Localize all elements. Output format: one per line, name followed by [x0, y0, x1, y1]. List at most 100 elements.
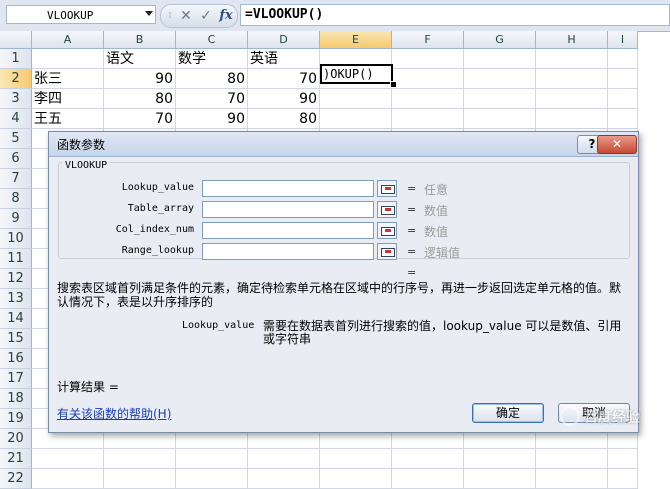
cell-I2[interactable] [608, 69, 638, 89]
cell-H4[interactable] [536, 109, 608, 129]
cell-G4[interactable] [464, 109, 536, 129]
cell-G1[interactable] [464, 49, 536, 69]
chevron-down-icon[interactable] [145, 11, 153, 16]
cell-E21[interactable] [320, 449, 392, 469]
select-all-corner[interactable] [0, 31, 32, 49]
cell-I1[interactable] [608, 49, 638, 69]
cell-B2[interactable]: 90 [104, 69, 176, 89]
cell-G3[interactable] [464, 89, 536, 109]
row-header-18[interactable]: 18 [0, 389, 32, 409]
cell-I21[interactable] [608, 449, 638, 469]
cell-A1[interactable] [32, 49, 104, 69]
arg-input-range-lookup[interactable] [202, 243, 374, 260]
row-header-13[interactable]: 13 [0, 289, 32, 309]
cell-E22[interactable] [320, 469, 392, 489]
row-header-14[interactable]: 14 [0, 309, 32, 329]
cell-H2[interactable] [536, 69, 608, 89]
column-header-G[interactable]: G [464, 31, 536, 49]
arg-input-col-index-num[interactable] [202, 222, 374, 239]
formula-input[interactable]: =VLOOKUP() [240, 4, 670, 26]
cell-I4[interactable] [608, 109, 638, 129]
cell-H22[interactable] [536, 469, 608, 489]
cell-F2[interactable] [392, 69, 464, 89]
collapse-dialog-button[interactable] [377, 222, 397, 239]
row-header-15[interactable]: 15 [0, 329, 32, 349]
cell-D2[interactable]: 70 [248, 69, 320, 89]
row-header-8[interactable]: 8 [0, 189, 32, 209]
cell-D1[interactable]: 英语 [248, 49, 320, 69]
cancel-formula-button[interactable]: ✕ [177, 5, 195, 27]
cell-D3[interactable]: 90 [248, 89, 320, 109]
cell-E4[interactable] [320, 109, 392, 129]
close-button[interactable]: ✕ [597, 135, 637, 154]
column-header-F[interactable]: F [392, 31, 464, 49]
cell-C3[interactable]: 70 [176, 89, 248, 109]
cell-A21[interactable] [32, 449, 104, 469]
cell-B21[interactable] [104, 449, 176, 469]
dialog-titlebar[interactable]: 函数参数 ? ✕ [49, 132, 638, 157]
row-header-16[interactable]: 16 [0, 349, 32, 369]
row-header-11[interactable]: 11 [0, 249, 32, 269]
column-header-C[interactable]: C [176, 31, 248, 49]
collapse-dialog-button[interactable] [377, 243, 397, 260]
fill-handle[interactable] [390, 81, 397, 88]
column-header-E[interactable]: E [320, 31, 392, 49]
cell-B4[interactable]: 70 [104, 109, 176, 129]
cell-I22[interactable] [608, 469, 638, 489]
cell-A22[interactable] [32, 469, 104, 489]
cell-F1[interactable] [392, 49, 464, 69]
cell-C2[interactable]: 80 [176, 69, 248, 89]
row-header-2[interactable]: 2 [0, 69, 32, 89]
row-header-21[interactable]: 21 [0, 449, 32, 469]
ok-button[interactable]: 确定 [472, 403, 544, 423]
cell-C22[interactable] [176, 469, 248, 489]
cell-G2[interactable] [464, 69, 536, 89]
arg-input-table-array[interactable] [202, 201, 374, 218]
collapse-dialog-button[interactable] [377, 180, 397, 197]
row-header-7[interactable]: 7 [0, 169, 32, 189]
column-header-B[interactable]: B [104, 31, 176, 49]
cell-B1[interactable]: 语文 [104, 49, 176, 69]
active-cell-E2[interactable]: )OKUP() [320, 64, 393, 84]
function-help-link[interactable]: 有关该函数的帮助(H) [57, 405, 171, 422]
cell-D22[interactable] [248, 469, 320, 489]
collapse-dialog-button[interactable] [377, 201, 397, 218]
row-header-9[interactable]: 9 [0, 209, 32, 229]
cell-F21[interactable] [392, 449, 464, 469]
cell-H21[interactable] [536, 449, 608, 469]
row-header-22[interactable]: 22 [0, 469, 32, 489]
cell-B3[interactable]: 80 [104, 89, 176, 109]
cell-H3[interactable] [536, 89, 608, 109]
cell-D21[interactable] [248, 449, 320, 469]
row-header-6[interactable]: 6 [0, 149, 32, 169]
cell-H1[interactable] [536, 49, 608, 69]
row-header-3[interactable]: 3 [0, 89, 32, 109]
cell-G21[interactable] [464, 449, 536, 469]
row-header-12[interactable]: 12 [0, 269, 32, 289]
row-header-5[interactable]: 5 [0, 129, 32, 149]
cell-C21[interactable] [176, 449, 248, 469]
row-header-19[interactable]: 19 [0, 409, 32, 429]
cell-B22[interactable] [104, 469, 176, 489]
column-header-D[interactable]: D [248, 31, 320, 49]
cell-A2[interactable]: 张三 [32, 69, 104, 89]
row-header-20[interactable]: 20 [0, 429, 32, 449]
cell-F22[interactable] [392, 469, 464, 489]
row-header-17[interactable]: 17 [0, 369, 32, 389]
insert-function-button[interactable]: fx [216, 5, 236, 27]
column-header-A[interactable]: A [32, 31, 104, 49]
row-header-1[interactable]: 1 [0, 49, 32, 69]
cell-D4[interactable]: 80 [248, 109, 320, 129]
cell-G22[interactable] [464, 469, 536, 489]
cell-I3[interactable] [608, 89, 638, 109]
row-header-10[interactable]: 10 [0, 229, 32, 249]
column-header-H[interactable]: H [536, 31, 608, 49]
cell-C1[interactable]: 数学 [176, 49, 248, 69]
cell-F3[interactable] [392, 89, 464, 109]
cell-A4[interactable]: 王五 [32, 109, 104, 129]
column-header-I[interactable]: I [608, 31, 638, 49]
enter-formula-button[interactable]: ✓ [197, 5, 215, 27]
arg-input-lookup-value[interactable] [202, 180, 374, 197]
row-header-4[interactable]: 4 [0, 109, 32, 129]
cell-C4[interactable]: 90 [176, 109, 248, 129]
